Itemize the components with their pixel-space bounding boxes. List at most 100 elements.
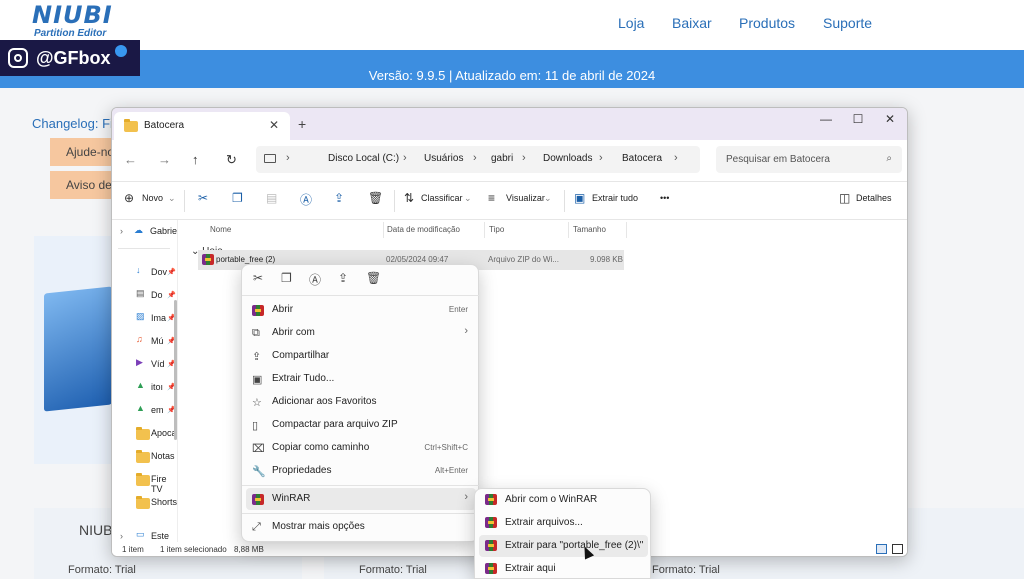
chevron-right-icon[interactable]: › [120, 226, 123, 236]
site-logo[interactable]: NIUBI Partition Editor [32, 2, 113, 39]
submenu-item-extract-files[interactable]: Extrair arquivos... [479, 512, 648, 534]
breadcrumb-disk[interactable]: Disco Local (C:) [328, 153, 399, 164]
new-tab-button[interactable]: + [298, 116, 306, 132]
nav-item-folder-3[interactable]: Fire TV [151, 474, 177, 494]
nav-item-images[interactable]: Ima [151, 313, 166, 323]
verified-icon [114, 45, 127, 57]
chevron-down-icon[interactable]: ⌄ [544, 193, 552, 204]
view-button[interactable]: Visualizar [506, 193, 545, 203]
col-name[interactable]: Nome [210, 225, 231, 234]
image-icon: ▨ [136, 311, 145, 321]
tiles-view-icon[interactable] [892, 544, 903, 554]
menu-item-properties[interactable]: 🔧 Propriedades Alt+Enter [242, 460, 480, 482]
breadcrumb-users[interactable]: Usuários [424, 153, 463, 164]
sort-button[interactable]: Classificar [421, 193, 463, 203]
paste-icon[interactable]: ▤ [266, 191, 277, 205]
nav-item-folder-1[interactable]: Apoca [151, 428, 177, 438]
pc-icon [264, 154, 276, 163]
nav-baixar[interactable]: Baixar [672, 15, 712, 31]
rename-icon[interactable]: Ⓐ [300, 191, 312, 208]
new-button[interactable]: Novo [142, 193, 163, 203]
search-box[interactable]: Pesquisar em Batocera ⌕ [716, 146, 902, 173]
refresh-icon[interactable]: ↻ [226, 152, 237, 168]
details-button[interactable]: Detalhes [856, 193, 892, 203]
cut-icon[interactable]: ✂ [253, 271, 263, 285]
delete-icon[interactable]: 🗑 [366, 271, 381, 285]
nav-produtos[interactable]: Produtos [739, 15, 795, 31]
up-arrow-icon[interactable]: ↑ [192, 152, 199, 167]
copy-icon[interactable]: ❐ [232, 191, 243, 205]
chevron-right-icon[interactable]: › [599, 152, 603, 164]
menu-item-winrar[interactable]: WinRAR › [246, 488, 476, 510]
maximize-button[interactable]: ☐ [846, 112, 870, 126]
share-icon[interactable]: ⇪ [338, 271, 348, 285]
menu-item-share[interactable]: ⇪ Compartilhar [242, 345, 480, 367]
title-bar[interactable]: Batocera ✕ + — ☐ ✕ [112, 108, 907, 140]
copy-icon[interactable]: ❐ [281, 271, 292, 285]
share-icon[interactable]: ⇪ [334, 191, 344, 205]
forward-arrow-icon[interactable]: → [158, 152, 171, 167]
nav-item-folder-2[interactable]: Notas [151, 451, 175, 461]
chevron-right-icon[interactable]: › [473, 152, 477, 164]
open-with-icon: ⧉ [252, 327, 260, 339]
submenu-item-extract-to-folder[interactable]: Extrair para "portable_free (2)\" [479, 535, 648, 557]
extract-all-button[interactable]: Extrair tudo [592, 193, 638, 203]
col-type[interactable]: Tipo [489, 225, 504, 234]
column-divider[interactable] [484, 222, 485, 238]
document-icon: ▤ [136, 288, 145, 298]
view-icon: ≡ [488, 191, 496, 205]
menu-item-compress-zip[interactable]: ▯ Compactar para arquivo ZIP [242, 414, 480, 436]
nav-item-folder-4[interactable]: Shorts [151, 497, 177, 507]
nav-item-drive-2[interactable]: em [151, 405, 164, 415]
changelog-link[interactable]: Changelog: Fin [32, 116, 120, 131]
nav-onedrive[interactable]: Gabrie [150, 226, 177, 236]
chevron-down-icon[interactable]: ⌄ [464, 193, 472, 204]
watermark-handle: @GFbox [0, 40, 140, 76]
chevron-right-icon[interactable]: › [674, 152, 678, 164]
column-divider[interactable] [383, 222, 384, 238]
chevron-right-icon[interactable]: › [286, 152, 290, 164]
column-divider[interactable] [626, 222, 627, 238]
minimize-button[interactable]: — [814, 112, 838, 126]
chevron-right-icon[interactable]: › [522, 152, 526, 164]
menu-item-label: Compartilhar [272, 350, 330, 361]
tab-batocera[interactable]: Batocera ✕ [114, 112, 290, 140]
nav-item-downloads[interactable]: Dov [151, 267, 167, 277]
chevron-down-icon[interactable]: ⌄ [168, 193, 176, 204]
breadcrumb-gabri[interactable]: gabri [491, 153, 513, 164]
menu-item-open-with[interactable]: ⧉ Abrir com › [242, 322, 480, 344]
submenu-item-open-winrar[interactable]: Abrir com o WinRAR [479, 489, 648, 511]
chevron-right-icon[interactable]: › [120, 531, 123, 541]
chevron-right-icon[interactable]: › [403, 152, 407, 164]
back-arrow-icon[interactable]: ← [124, 152, 137, 167]
menu-item-favorites[interactable]: ☆ Adicionar aos Favoritos [242, 391, 480, 413]
nav-suporte[interactable]: Suporte [823, 15, 872, 31]
cut-icon[interactable]: ✂ [198, 191, 208, 205]
menu-item-open[interactable]: Abrir Enter [242, 299, 480, 321]
close-button[interactable]: ✕ [878, 112, 902, 126]
submenu-item-extract-here[interactable]: Extrair aqui [479, 558, 648, 579]
more-options-button[interactable]: ••• [660, 193, 669, 203]
menu-item-more-options[interactable]: ⤢ Mostrar mais opções [242, 516, 480, 538]
winrar-submenu: Abrir com o WinRAR Extrair arquivos... E… [474, 488, 651, 579]
delete-icon[interactable]: 🗑 [368, 191, 383, 205]
close-tab-icon[interactable]: ✕ [269, 118, 279, 132]
menu-item-extract-all[interactable]: ▣ Extrair Tudo... [242, 368, 480, 390]
col-size[interactable]: Tamanho [573, 225, 606, 234]
nav-scrollbar[interactable] [174, 300, 177, 440]
breadcrumb-downloads[interactable]: Downloads [543, 153, 592, 164]
nav-item-videos[interactable]: Víd [151, 359, 165, 369]
address-bar[interactable]: › Disco Local (C:) › Usuários › gabri › … [256, 146, 700, 173]
details-view-icon[interactable] [876, 544, 887, 554]
nav-item-drive-1[interactable]: itoı [151, 382, 163, 392]
nav-item-music[interactable]: Mú [151, 336, 164, 346]
help-button[interactable]: Ajude-no [50, 138, 120, 166]
col-date[interactable]: Data de modificação [387, 225, 460, 234]
notice-button[interactable]: Aviso de [50, 171, 120, 199]
menu-item-copy-path[interactable]: ⌧ Copiar como caminho Ctrl+Shift+C [242, 437, 480, 459]
rename-icon[interactable]: Ⓐ [309, 271, 321, 288]
column-divider[interactable] [568, 222, 569, 238]
breadcrumb-batocera[interactable]: Batocera [622, 153, 662, 164]
nav-item-documents[interactable]: Do [151, 290, 163, 300]
nav-loja[interactable]: Loja [618, 15, 644, 31]
